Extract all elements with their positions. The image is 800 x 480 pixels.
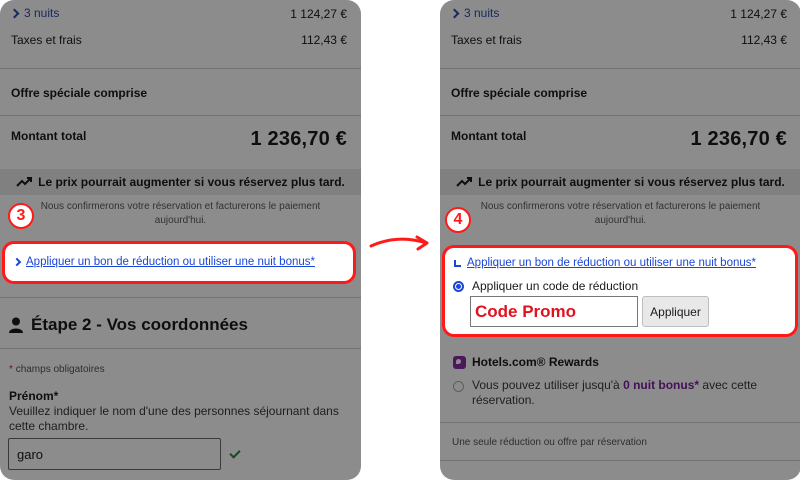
- taxes-price: 112,43 €: [741, 33, 787, 47]
- person-icon: [9, 317, 23, 333]
- taxes-label: Taxes et frais: [11, 33, 82, 47]
- confirm-note-line: aujourd'hui.: [594, 215, 647, 226]
- total-label: Montant total: [11, 129, 87, 143]
- total-amount: 1 236,70 €: [250, 128, 347, 150]
- nights-toggle[interactable]: 3 nuits: [9, 6, 60, 20]
- total-label: Montant total: [451, 129, 527, 143]
- divider: [440, 115, 800, 116]
- price-warning-text: Le prix pourrait augmenter si vous réser…: [38, 175, 345, 189]
- step-badge-3: 3: [8, 203, 34, 229]
- divider: [440, 460, 800, 461]
- nights-price: 1 124,27 €: [730, 7, 787, 21]
- trending-up-icon: [16, 177, 33, 187]
- firstname-label: Prénom*: [9, 389, 59, 403]
- divider: [0, 297, 361, 298]
- special-offer-label: Offre spéciale comprise: [11, 86, 148, 100]
- discount-link-text[interactable]: Appliquer un bon de réduction ou utilise…: [26, 256, 315, 268]
- promo-code-value: Code Promo: [475, 301, 577, 321]
- single-offer-note: Une seule réduction ou offre par réserva…: [452, 437, 647, 448]
- hotels-logo-icon: [453, 355, 466, 369]
- nights-price: 1 124,27 €: [290, 7, 347, 21]
- checkmark-icon: [229, 447, 241, 459]
- step-2-title-text: Étape 2 - Vos coordonnées: [31, 315, 248, 334]
- divider: [0, 115, 361, 116]
- required-fields-text: champs obligatoires: [15, 364, 105, 375]
- firstname-input-value: garo: [17, 446, 44, 462]
- divider: [440, 422, 800, 423]
- nights-label: 3 nuits: [464, 6, 500, 20]
- bonus-night-radio[interactable]: [453, 381, 464, 392]
- nights-label: 3 nuits: [24, 6, 60, 20]
- rewards-text-line: Vous pouvez utiliser jusqu'à 0 nuit bonu…: [472, 378, 757, 393]
- taxes-price: 112,43 €: [301, 33, 347, 47]
- code-option-label: Appliquer un code de réduction: [472, 279, 639, 293]
- price-warning-banner: Le prix pourrait augmenter si vous réser…: [0, 169, 361, 195]
- firstname-help: Veuillez indiquer le nom d'une des perso…: [9, 404, 339, 434]
- confirm-note-line: Nous confirmerons votre réservation et f…: [40, 201, 321, 212]
- confirm-note-line: aujourd'hui.: [154, 215, 207, 226]
- discount-link[interactable]: Appliquer un bon de réduction ou utilise…: [454, 257, 756, 269]
- right-screenshot-panel: 3 nuits 1 124,27 € Taxes et frais 112,43…: [440, 0, 800, 480]
- nights-toggle[interactable]: 3 nuits: [449, 6, 500, 20]
- confirm-note: Nous confirmerons votre réservation et f…: [440, 200, 800, 228]
- taxes-label: Taxes et frais: [451, 33, 522, 47]
- chevron-right-icon: [449, 8, 460, 18]
- divider: [440, 68, 800, 69]
- chevron-right-icon: [9, 8, 20, 18]
- step-2-title: Étape 2 - Vos coordonnées: [9, 315, 248, 335]
- bonus-night-count: 0 nuit bonus*: [623, 378, 700, 392]
- chevron-down-icon: [454, 259, 461, 267]
- dim-overlay: [440, 0, 800, 480]
- confirm-note-line: Nous confirmerons votre réservation et f…: [480, 201, 761, 212]
- required-fields-note: * champs obligatoires: [9, 364, 105, 375]
- total-amount: 1 236,70 €: [690, 128, 787, 150]
- discount-section-highlight: Appliquer un bon de réduction ou utilise…: [442, 245, 798, 337]
- code-option-row[interactable]: Appliquer un code de réduction: [453, 279, 638, 293]
- firstname-help-line: Veuillez indiquer le nom d'une des perso…: [9, 404, 339, 418]
- rewards-text-part: Vous pouvez utiliser jusqu'à: [472, 378, 624, 392]
- firstname-help-line: cette chambre.: [9, 419, 89, 433]
- firstname-input[interactable]: garo: [8, 438, 221, 470]
- price-warning-text: Le prix pourrait augmenter si vous réser…: [478, 175, 785, 189]
- rewards-header: Hotels.com® Rewards: [453, 355, 599, 369]
- trending-up-icon: [456, 177, 473, 187]
- rewards-text-line: réservation.: [472, 393, 535, 407]
- rewards-text: Vous pouvez utiliser jusqu'à 0 nuit bonu…: [472, 378, 757, 408]
- rewards-text-part: avec cette: [699, 378, 758, 392]
- discount-link-highlight: Appliquer un bon de réduction ou utilise…: [2, 241, 356, 284]
- left-screenshot-panel: 3 nuits 1 124,27 € Taxes et frais 112,43…: [0, 0, 361, 480]
- promo-code-input[interactable]: Code Promo: [470, 296, 638, 327]
- confirm-note: Nous confirmerons votre réservation et f…: [0, 200, 361, 228]
- divider: [0, 348, 361, 349]
- price-warning-banner: Le prix pourrait augmenter si vous réser…: [440, 169, 800, 195]
- arrow-right-icon: [369, 235, 429, 251]
- step-badge-4: 4: [445, 207, 471, 233]
- divider: [0, 68, 361, 69]
- special-offer-label: Offre spéciale comprise: [451, 86, 588, 100]
- code-option-radio[interactable]: [453, 280, 464, 292]
- apply-button[interactable]: Appliquer: [642, 296, 709, 327]
- rewards-title: Hotels.com® Rewards: [472, 355, 599, 369]
- discount-link[interactable]: Appliquer un bon de réduction ou utilise…: [12, 256, 315, 268]
- chevron-right-icon: [12, 257, 22, 267]
- discount-link-text[interactable]: Appliquer un bon de réduction ou utilise…: [467, 257, 756, 269]
